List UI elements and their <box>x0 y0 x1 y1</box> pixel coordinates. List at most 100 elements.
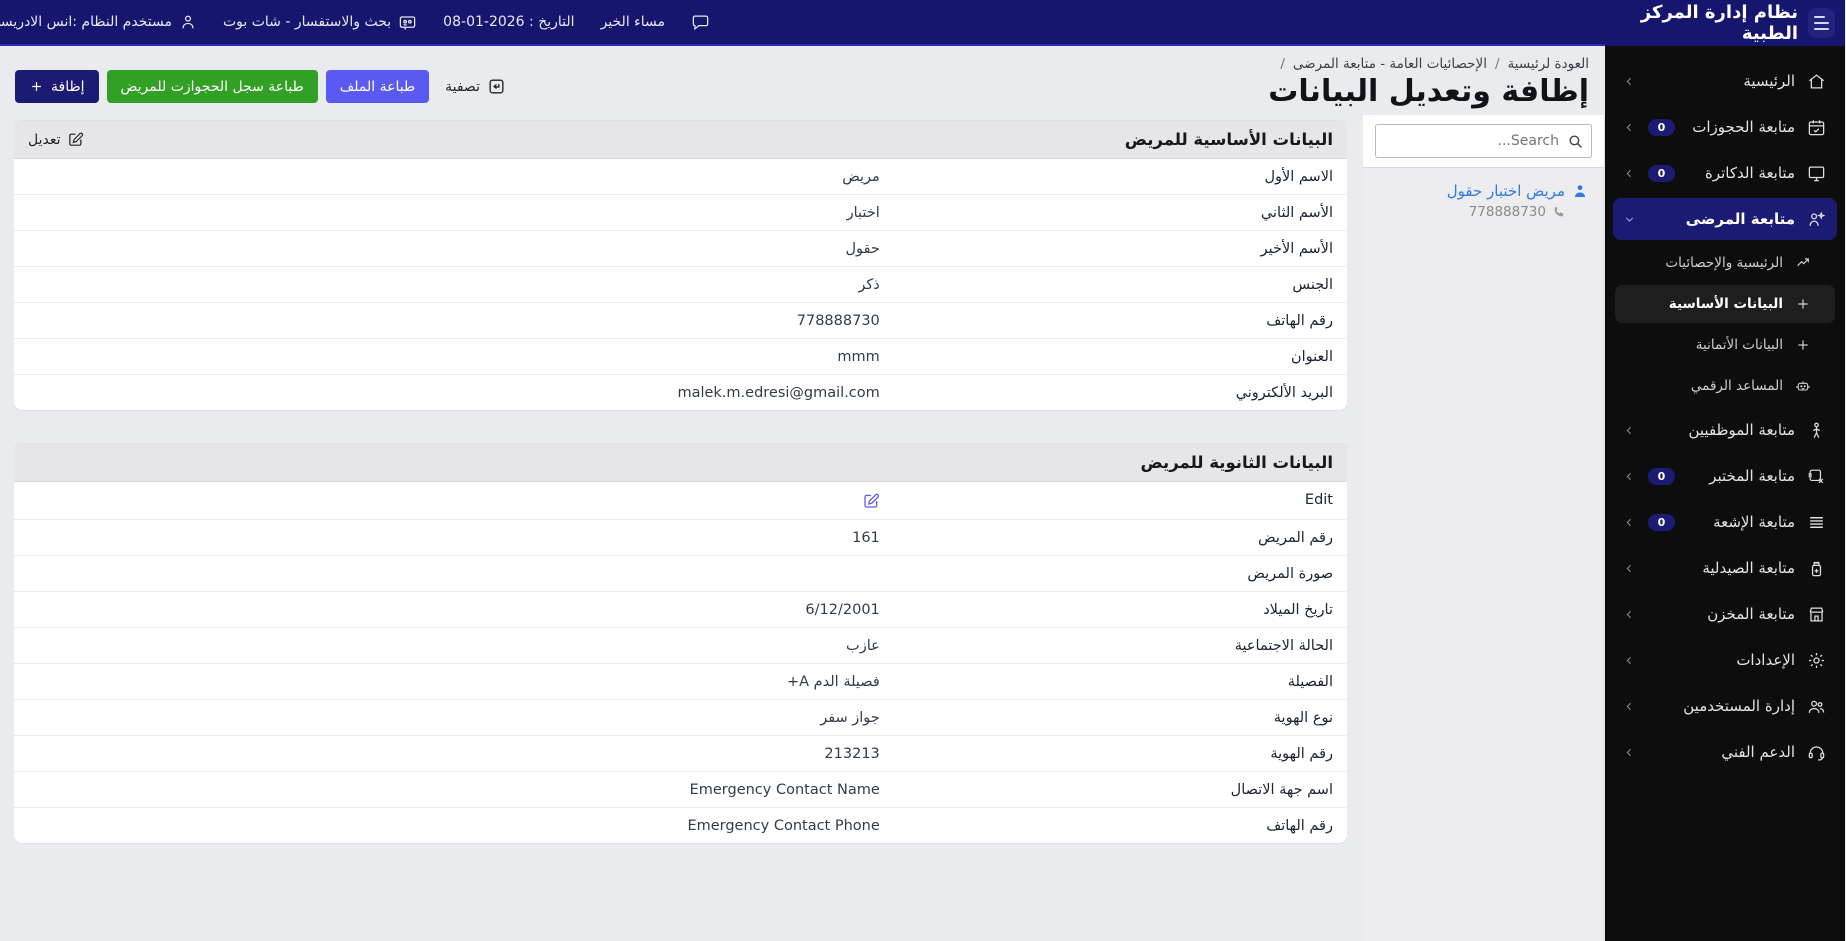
sidebar-header: نظام إدارة المركز الطبية <box>1606 0 1846 46</box>
chevron-left-icon <box>1624 470 1637 483</box>
sidebar-item-doctors[interactable]: متابعة الدكاترة 0 <box>1614 152 1838 194</box>
prescription-icon: R <box>1806 467 1828 486</box>
data-row: رقم الهاتف 778888730 <box>15 302 1348 338</box>
sidebar-item-home[interactable]: الرئيسية <box>1614 60 1838 102</box>
svg-text:R: R <box>1809 472 1814 479</box>
data-row: العنوان mmm <box>15 338 1348 374</box>
chevron-left-icon <box>1624 700 1637 713</box>
print-bookings-button[interactable]: طباعة سجل الحجوازت للمريض <box>107 70 319 103</box>
user-label: مستخدم النظام :انس الادريسي - فني أشعة (… <box>0 14 173 30</box>
data-row: نوع الهوية جواز سفر <box>15 699 1348 735</box>
sidebar-item-pharmacy[interactable]: متابعة الصيدلية <box>1614 547 1838 589</box>
plus-icon <box>1794 337 1814 353</box>
search-icon <box>1568 133 1585 150</box>
breadcrumb: العودة لرئيسية / الإحصائيات العامة - متا… <box>1281 56 1590 72</box>
badge-count: 0 <box>1649 467 1676 485</box>
sidebar-item-laboratory[interactable]: R متابعة المختبر 0 <box>1614 455 1838 497</box>
chevron-left-icon <box>1624 562 1637 575</box>
data-row: صورة المريض <box>15 555 1348 591</box>
patient-phone: 778888730 <box>1469 204 1547 220</box>
sidebar-item-warehouse[interactable]: متابعة المخزن <box>1614 593 1838 635</box>
home-icon <box>1806 72 1828 91</box>
secondary-data-card: البيانات الثانوية للمريض Edit رقم المريض… <box>15 444 1348 843</box>
data-row: رقم الهوية 213213 <box>15 735 1348 771</box>
data-row: الأسم الثاني اختبار <box>15 194 1348 230</box>
chevron-left-icon <box>1624 424 1637 437</box>
app-root: { "app": { "title": "نظام إدارة المركز ا… <box>0 0 1846 941</box>
print-file-button[interactable]: طباعة الملف <box>326 70 431 103</box>
filter-button[interactable]: تصفية <box>438 70 515 103</box>
plus-icon <box>1794 296 1814 312</box>
greeting-text: مساء الخير <box>601 14 666 30</box>
chevron-left-icon <box>1624 608 1637 621</box>
sidebar-item-settings[interactable]: الإعدادات <box>1614 639 1838 681</box>
chatbot-label: بحث والاستفسار - شات بوت <box>223 14 393 30</box>
sidebar-subitem-basic-data[interactable]: البيانات الأساسية <box>1616 285 1836 323</box>
users-icon <box>1806 697 1828 716</box>
primary-card-title: البيانات الأساسية للمريض <box>1125 130 1334 149</box>
data-row: رقم المريض 161 <box>15 519 1348 555</box>
data-row: الاسم الأول مريض <box>843 168 1334 185</box>
badge-count: 0 <box>1649 118 1676 136</box>
edit-secondary-button[interactable] <box>863 492 881 510</box>
list-lines-icon <box>1806 513 1828 532</box>
sidebar-item-bookings[interactable]: متابعة الحجوزات 0 <box>1614 106 1838 148</box>
sidebar-item-employees[interactable]: متابعة الموظفيين <box>1614 409 1838 451</box>
chevron-left-icon <box>1624 516 1637 529</box>
sidebar-item-support[interactable]: الدعم الفني <box>1614 731 1838 773</box>
breadcrumb-home-link[interactable]: العودة لرئيسية <box>1509 56 1590 72</box>
data-row: اسم جهة الاتصال Emergency Contact Name <box>15 771 1348 807</box>
sidebar-item-user-management[interactable]: إدارة المستخدمين <box>1614 685 1838 727</box>
chat-bubble-icon[interactable] <box>692 13 711 32</box>
phone-icon <box>1553 205 1567 219</box>
data-row-edit: Edit <box>15 482 1348 519</box>
arrow-box-icon <box>488 77 507 96</box>
sidebar-subitem-digital-assistant[interactable]: المساعد الرقمي <box>1616 367 1836 405</box>
sidebar-subitem-stats[interactable]: الرئيسية والإحصائيات <box>1616 244 1836 282</box>
hamburger-menu-button[interactable] <box>1809 8 1836 38</box>
toolbar: تصفية طباعة الملف طباعة سجل الحجوازت للم… <box>16 70 515 109</box>
headset-icon <box>1806 743 1828 762</box>
patient-sparkle-icon <box>1806 210 1828 229</box>
data-row: البريد الألكتروني malek.m.edresi@gmail.co… <box>15 374 1348 410</box>
page-title: إظافة وتعديل البيانات <box>1269 74 1590 109</box>
chevron-left-icon <box>1624 746 1637 759</box>
edit-pencil-icon <box>68 131 85 148</box>
data-row: الفصيلة فصيلة الدم A+ <box>15 663 1348 699</box>
user-menu[interactable]: مستخدم النظام :انس الادريسي - فني أشعة (… <box>0 13 198 31</box>
chevron-left-icon <box>1624 75 1637 88</box>
plus-icon <box>30 79 45 94</box>
date-text: التاريخ : 2026-01-08 <box>444 14 576 30</box>
patient-name: مريض اختبار حقول <box>1447 182 1566 200</box>
gear-icon <box>1806 651 1828 670</box>
data-row: الأسم الأخير حقول <box>15 230 1348 266</box>
primary-data-card: البيانات الأساسية للمريض تعديل الاسم الأ… <box>15 121 1348 410</box>
sidebar: نظام إدارة المركز الطبية الرئيسية متابعة… <box>1606 0 1846 941</box>
person-standing-icon <box>1806 421 1828 440</box>
add-button[interactable]: إظافة <box>16 70 100 103</box>
breadcrumb-section-link[interactable]: الإحصائيات العامة - متابعة المرضى <box>1294 56 1488 72</box>
chevron-left-icon <box>1624 654 1637 667</box>
chevron-down-icon <box>1624 213 1637 226</box>
patient-list-item[interactable]: مريض اختبار حقول 778888730 <box>1364 168 1605 230</box>
calendar-icon <box>1806 118 1828 137</box>
person-icon <box>1573 183 1589 199</box>
data-row: الجنس ذكر <box>15 266 1348 302</box>
sidebar-item-patients[interactable]: متابعة المرضى <box>1614 198 1838 240</box>
sidebar-item-radiology[interactable]: متابعة الإشعة 0 <box>1614 501 1838 543</box>
secondary-card-title: البيانات الثانوية للمريض <box>1141 453 1334 472</box>
data-row: الحالة الاجتماعية عازب <box>15 627 1348 663</box>
top-navbar: مساء الخير التاريخ : 2026-01-08 بحث والا… <box>0 0 1606 46</box>
trend-icon <box>1794 255 1814 271</box>
patient-search-panel: مريض اختبار حقول 778888730 <box>1364 115 1606 941</box>
search-input[interactable] <box>1376 124 1593 158</box>
edit-primary-button[interactable]: تعديل <box>29 131 85 148</box>
robot-icon <box>1794 378 1814 394</box>
data-row: رقم الهاتف Emergency Contact Phone <box>15 807 1348 843</box>
chatbot-link[interactable]: بحث والاستفسار - شات بوت <box>224 13 418 32</box>
sidebar-subitem-credit-data[interactable]: البيانات الأتمانية <box>1616 326 1836 364</box>
chevron-left-icon <box>1624 121 1637 134</box>
monitor-icon <box>1806 164 1828 183</box>
main-content: العودة لرئيسية / الإحصائيات العامة - متا… <box>0 48 1606 941</box>
cards-column: البيانات الأساسية للمريض تعديل الاسم الأ… <box>15 115 1348 941</box>
